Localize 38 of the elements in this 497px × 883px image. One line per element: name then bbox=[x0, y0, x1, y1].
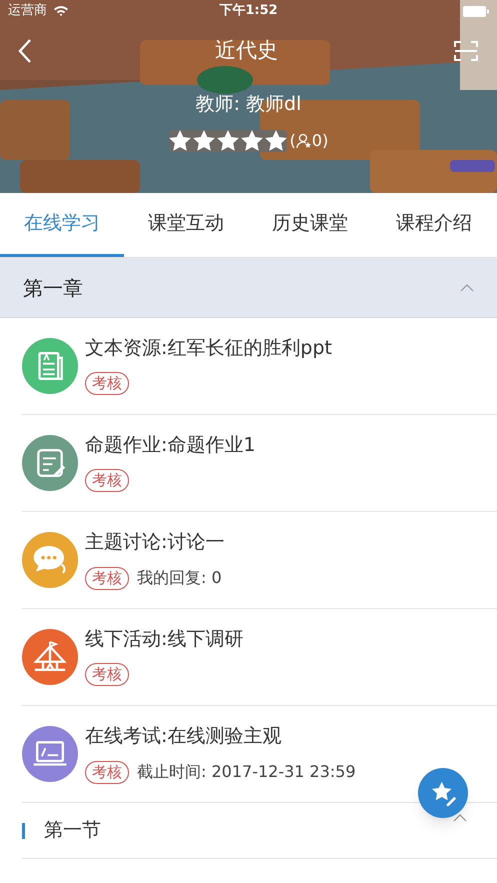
section-marker bbox=[22, 822, 25, 838]
carrier-label: 运营商 bbox=[8, 2, 47, 20]
assessment-badge: 考核 bbox=[85, 663, 129, 686]
page-title: 近代史 bbox=[214, 37, 279, 64]
scan-button[interactable] bbox=[453, 39, 479, 63]
item-title: 主题讨论:讨论一 bbox=[85, 530, 224, 555]
item-note: 截止时间: 2017-12-31 23:59 bbox=[137, 761, 356, 783]
battery-icon bbox=[463, 6, 489, 16]
list-item[interactable]: 线下活动:线下调研 考核 bbox=[22, 609, 497, 706]
chapter-header[interactable]: 第一章 bbox=[0, 258, 497, 318]
tab[interactable]: 课堂互动 bbox=[124, 193, 248, 257]
note-button[interactable] bbox=[418, 768, 468, 818]
filled-star-icon bbox=[168, 130, 191, 152]
list-item[interactable]: 主题讨论:讨论一 考核 我的回复: 0 bbox=[22, 512, 497, 609]
item-title: 文本资源:红军长征的胜利ppt bbox=[85, 336, 332, 361]
paren-label: ( bbox=[290, 130, 296, 152]
filled-star-icon bbox=[216, 130, 239, 152]
assessment-badge: 考核 bbox=[85, 469, 129, 492]
wifi-icon bbox=[53, 5, 69, 17]
assessment-badge: 考核 bbox=[85, 566, 129, 590]
filled-star-icon bbox=[240, 130, 263, 152]
assessment-badge: 考核 bbox=[85, 760, 129, 784]
paren-label: ) bbox=[322, 130, 328, 152]
filled-star-icon bbox=[192, 130, 215, 152]
assessment-badge: 考核 bbox=[85, 372, 129, 395]
item-title: 命题作业:命题作业1 bbox=[85, 433, 256, 458]
list-item[interactable]: 文本资源:红军长征的胜利ppt 考核 bbox=[22, 318, 497, 415]
person-icon bbox=[296, 132, 312, 148]
filled-star-icon bbox=[264, 130, 287, 152]
status-time: 下午1:52 bbox=[218, 2, 279, 20]
item-note: 我的回复: 0 bbox=[137, 567, 222, 589]
item-title: 线下活动:线下调研 bbox=[85, 627, 244, 652]
teacher-name: 教师: 教师dl bbox=[194, 92, 302, 117]
tab[interactable]: 课程介绍 bbox=[372, 193, 496, 257]
item-title: 在线考试:在线测验主观 bbox=[85, 724, 282, 749]
tab[interactable]: 历史课堂 bbox=[248, 193, 372, 257]
list-item[interactable]: 命题作业:命题作业1 考核 bbox=[22, 415, 497, 512]
rating-count: 0 bbox=[312, 130, 322, 152]
